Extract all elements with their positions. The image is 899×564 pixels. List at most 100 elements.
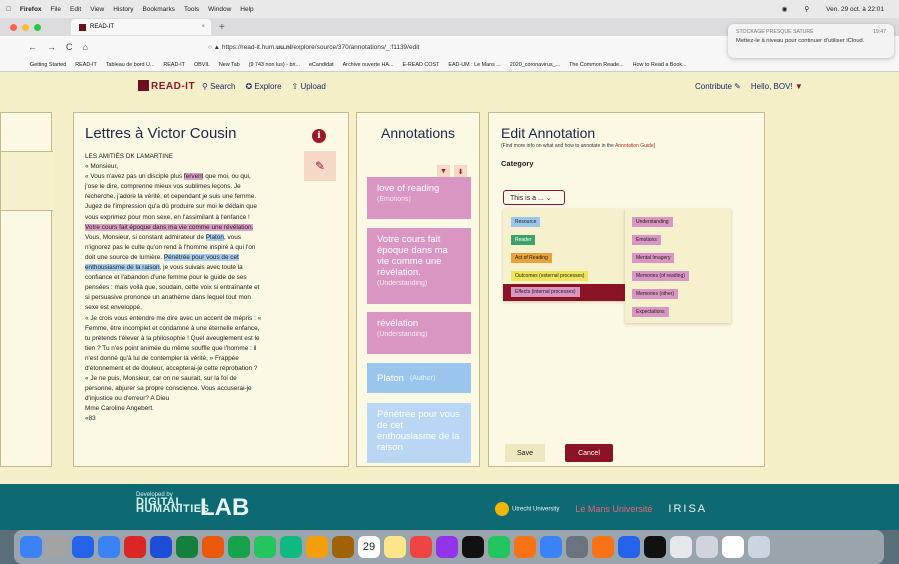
app-menu[interactable]: Firefox	[20, 6, 42, 13]
read-it-logo[interactable]: READ-IT	[138, 80, 195, 92]
safari-icon[interactable]	[72, 536, 94, 558]
facetime-icon[interactable]	[228, 536, 250, 558]
url-bar[interactable]: ○ ▲ https://read-it.hum.uu.nl/explore/so…	[208, 44, 420, 51]
bookmark-item[interactable]: E-READ COST	[403, 62, 440, 68]
bookmark-item[interactable]: (9 743 non lus) - bri...	[249, 62, 300, 68]
menu-help[interactable]: Help	[240, 6, 253, 13]
bookmark-item[interactable]: 2020_coronavirus_...	[510, 62, 560, 68]
contribute-link[interactable]: Contribute ✎	[695, 82, 741, 91]
highlight-fervent[interactable]: fervent	[183, 173, 204, 181]
option-expectations[interactable]: Expectations	[632, 307, 669, 317]
zoom-window-icon[interactable]	[34, 23, 41, 31]
menu-view[interactable]: View	[90, 6, 104, 13]
bookmark-item[interactable]: OBVIL	[194, 62, 210, 68]
podcasts-icon[interactable]	[436, 536, 458, 558]
bookmark-item[interactable]: How to Read a Book...	[633, 62, 687, 68]
bookmark-item[interactable]: READ-IT	[75, 62, 97, 68]
menu-window[interactable]: Window	[208, 6, 231, 13]
wifi-icon[interactable]: ◉	[782, 5, 788, 13]
annotation-card[interactable]: love of reading (Emotions)	[367, 177, 471, 219]
option-resource[interactable]: Resource	[511, 217, 541, 227]
pdf-document-icon[interactable]	[722, 536, 744, 558]
browser-tab[interactable]: READ-IT ×	[71, 19, 211, 35]
cancel-button[interactable]: Cancel	[565, 444, 613, 462]
firefox-icon[interactable]	[592, 536, 614, 558]
messages-icon[interactable]	[254, 536, 276, 558]
option-reader[interactable]: Reader	[511, 235, 536, 245]
option-act-of-reading[interactable]: Act of Reading	[511, 253, 552, 263]
new-tab-icon[interactable]: +	[219, 22, 225, 33]
pages-icon[interactable]	[514, 536, 536, 558]
maps-icon[interactable]	[280, 536, 302, 558]
trash-icon[interactable]	[748, 536, 770, 558]
category-select[interactable]: This is a ... ⌄	[503, 190, 565, 205]
app-icon[interactable]	[644, 536, 666, 558]
zoom-icon[interactable]	[618, 536, 640, 558]
finder-icon[interactable]	[20, 536, 42, 558]
system-preferences-icon[interactable]	[566, 536, 588, 558]
explore-link[interactable]: ✪ Explore	[245, 82, 281, 91]
highlight-penetree[interactable]: Pénétrée pour vous de cet	[163, 253, 239, 261]
apple-icon[interactable]: 	[6, 6, 11, 13]
annotation-card[interactable]: révélation (Understanding)	[367, 312, 471, 354]
photos-icon[interactable]	[306, 536, 328, 558]
contacts-icon[interactable]	[332, 536, 354, 558]
option-emotions[interactable]: Emotions	[632, 235, 661, 245]
menu-file[interactable]: File	[51, 6, 61, 13]
home-icon[interactable]: ⌂	[83, 42, 88, 52]
dh-lab-logo[interactable]: Developed by DIGITAL HUMANITIES	[136, 492, 209, 515]
menu-edit[interactable]: Edit	[70, 6, 81, 13]
annotation-card[interactable]: Platon (Author)	[367, 363, 471, 393]
annotation-card[interactable]: Votre cours fait époque dans ma vie comm…	[367, 228, 471, 304]
highlight-platon[interactable]: Platon	[205, 233, 224, 241]
bookmark-item[interactable]: READ-IT	[163, 62, 185, 68]
search-link[interactable]: ⚲ Search	[202, 82, 235, 91]
calendar-icon[interactable]: 29	[358, 536, 380, 558]
bookmark-item[interactable]: New Tab	[219, 62, 240, 68]
option-effects[interactable]: Effects (internal processes)	[511, 287, 580, 297]
annotation-card[interactable]: Pénétrée pour vous de cet enthousiasme d…	[367, 403, 471, 463]
highlight-votre-cours[interactable]: Votre cours fait époque dans ma vie comm…	[85, 223, 254, 231]
bookmark-item[interactable]: eCandidat	[309, 62, 334, 68]
notes-icon[interactable]	[384, 536, 406, 558]
search-icon[interactable]: ⚲	[804, 5, 809, 13]
lemans-logo[interactable]: Le Mans Université	[575, 504, 652, 514]
bookmark-item[interactable]: Archive ouverte HA...	[343, 62, 394, 68]
annotation-guide-link[interactable]: Annotation Guide	[615, 143, 654, 149]
icloud-notification[interactable]: STOCKAGE PRESQUE SATURÉ 19:47 Mettez-le à…	[728, 24, 894, 58]
app-store-icon[interactable]	[540, 536, 562, 558]
option-mental-imagery[interactable]: Mental Imagery	[632, 253, 675, 263]
bookmark-item[interactable]: EAD-UM : Le Mans ...	[448, 62, 500, 68]
music-icon[interactable]	[410, 536, 432, 558]
user-menu[interactable]: Hello, BOV! ▼	[751, 82, 803, 91]
excel-icon[interactable]	[176, 536, 198, 558]
close-window-icon[interactable]	[10, 23, 17, 31]
save-button[interactable]: Save	[505, 444, 545, 462]
highlighter-icon[interactable]: ✎	[304, 151, 336, 181]
menu-bookmarks[interactable]: Bookmarks	[142, 6, 175, 13]
upload-link[interactable]: ⇧ Upload	[292, 82, 326, 91]
utrecht-logo[interactable]: Utrecht University	[495, 502, 559, 516]
menu-tools[interactable]: Tools	[184, 6, 199, 13]
option-memories-other[interactable]: Memories (other)	[632, 289, 679, 299]
powerpoint-icon[interactable]	[202, 536, 224, 558]
option-memories-of-reading[interactable]: Memories (of reading)	[632, 271, 689, 281]
tv-icon[interactable]	[462, 536, 484, 558]
preview-icon[interactable]	[670, 536, 692, 558]
reload-icon[interactable]: C	[66, 42, 73, 52]
mail-icon[interactable]	[98, 536, 120, 558]
info-icon[interactable]: i	[312, 129, 326, 143]
numbers-icon[interactable]	[488, 536, 510, 558]
launchpad-icon[interactable]	[46, 536, 68, 558]
back-icon[interactable]: ←	[28, 42, 37, 52]
bookmark-item[interactable]: Tableau de bord U...	[106, 62, 155, 68]
menu-history[interactable]: History	[113, 6, 133, 13]
close-tab-icon[interactable]: ×	[201, 24, 205, 30]
clock[interactable]: Ven. 29 oct. à 22:01	[826, 6, 884, 13]
acrobat-icon[interactable]	[124, 536, 146, 558]
minimize-window-icon[interactable]	[22, 23, 29, 31]
highlight-enthousiasme[interactable]: enthousiasme de la raison	[85, 264, 160, 272]
bookmark-item[interactable]: Getting Started	[30, 62, 66, 68]
option-outcomes[interactable]: Outcomes (external processes)	[511, 271, 589, 281]
word-icon[interactable]	[150, 536, 172, 558]
